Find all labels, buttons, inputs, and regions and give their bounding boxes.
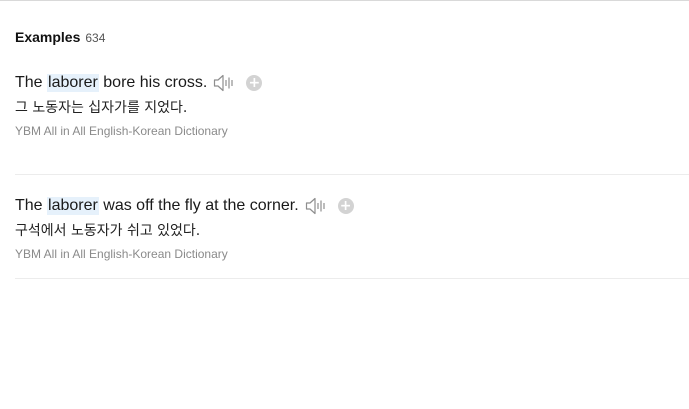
example-translation: 그 노동자는 십자가를 지었다. [15,100,188,116]
example-item: The laborer was off the fly at the corne… [15,175,689,279]
example-list: The laborer bore his cross. + 그 노동자는 십자가… [15,72,689,279]
sentence-text-before: The [15,197,48,214]
top-divider [0,0,689,1]
example-source: YBM All in All English-Korean Dictionary [15,124,228,138]
add-circle-icon[interactable]: + [246,75,263,91]
highlighted-keyword[interactable]: laborer [47,197,99,215]
sentence-text-after: bore his cross. [98,74,208,91]
section-title: Examples [15,29,81,45]
examples-count: 634 [85,31,106,45]
add-circle-icon[interactable]: + [337,198,354,214]
speaker-icon[interactable] [305,196,327,216]
highlighted-keyword[interactable]: laborer [47,74,99,92]
speaker-icon[interactable] [213,73,235,93]
example-sentence: The laborer bore his cross. + [15,72,689,94]
example-item: The laborer bore his cross. + 그 노동자는 십자가… [15,72,689,175]
sentence-text-before: The [15,74,48,91]
sentence-text-after: was off the fly at the corner. [98,197,299,214]
examples-section: Examples 634 The laborer bore his cross.… [15,29,689,279]
example-sentence: The laborer was off the fly at the corne… [15,195,689,217]
example-translation: 구석에서 노동자가 쉬고 있었다. [15,223,201,239]
example-source: YBM All in All English-Korean Dictionary [15,247,228,261]
examples-header: Examples 634 [15,29,689,47]
